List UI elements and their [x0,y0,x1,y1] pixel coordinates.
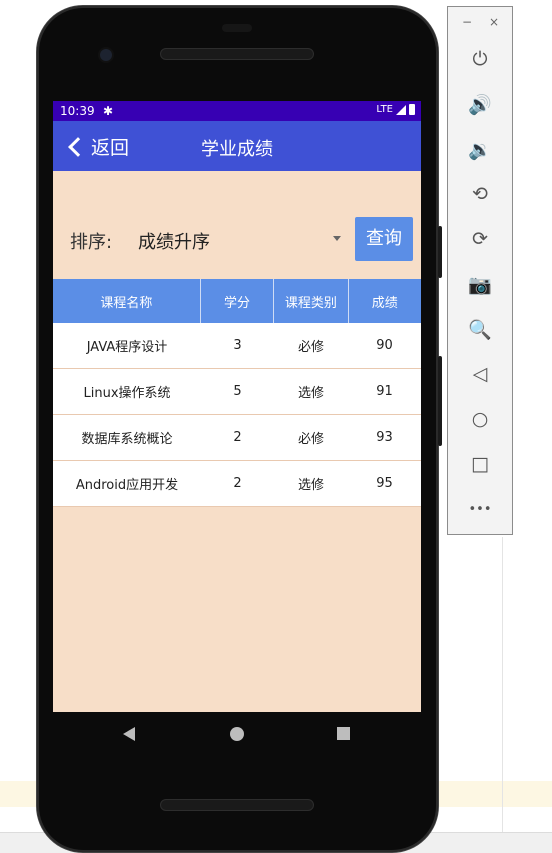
front-camera [100,49,112,61]
nav-home-icon[interactable] [230,727,244,741]
page-title: 学业成绩 [201,139,273,160]
nav-recents-icon[interactable] [337,727,350,740]
editor-divider [502,537,503,832]
table-row[interactable]: Android应用开发 2 选修 95 [53,461,421,507]
camera-icon[interactable]: 📷 [448,269,512,299]
device-screen: 10:39 ✱ LTE 返回 学业成绩 排序: 成绩升序 查询 课程名称 学分 … [53,101,421,712]
nav-back-icon[interactable] [123,727,135,741]
app-bar: 返回 学业成绩 [53,121,421,171]
system-nav-bar [53,712,421,756]
sort-spinner[interactable]: 成绩升序 [133,221,345,257]
bottom-speaker [160,799,314,811]
cell-score: 95 [376,476,393,491]
status-indicators: LTE [376,104,415,115]
proximity-sensor [222,24,252,32]
close-icon[interactable]: × [489,15,499,29]
power-side-button[interactable] [438,226,442,278]
settings-gear-icon: ✱ [103,104,114,118]
home-icon[interactable]: ○ [448,404,512,434]
cell-credit: 5 [233,384,242,399]
header-course-name: 课程名称 [53,279,201,323]
cell-course-name: Android应用开发 [75,478,179,493]
earpiece-speaker [160,48,314,60]
power-icon[interactable]: ⏻ [448,44,512,74]
cell-score: 93 [376,430,393,445]
more-icon[interactable]: ••• [448,494,512,524]
dropdown-arrow-icon [333,236,341,241]
cell-score: 90 [376,338,393,353]
cell-course-type: 必修 [297,432,324,447]
table-header: 课程名称 学分 课程类别 成绩 [53,279,421,323]
cell-score: 91 [376,384,393,399]
back-icon[interactable]: ◁ [448,359,512,389]
table-row[interactable]: 数据库系统概论 2 必修 93 [53,415,421,461]
signal-icon [396,104,406,115]
grades-table: 课程名称 学分 课程类别 成绩 JAVA程序设计 3 必修 90 Linux操作… [53,279,421,507]
header-credit: 学分 [201,279,275,323]
table-row[interactable]: JAVA程序设计 3 必修 90 [53,323,421,369]
cell-credit: 3 [233,338,242,353]
volume-side-button[interactable] [438,356,442,446]
network-type: LTE [376,104,393,115]
sort-label: 排序: [70,232,113,253]
table-row[interactable]: Linux操作系统 5 选修 91 [53,369,421,415]
status-time: 10:39 [60,104,95,118]
status-bar: 10:39 ✱ LTE [53,101,421,121]
cell-credit: 2 [233,476,242,491]
cell-credit: 2 [233,430,242,445]
cell-course-name: Linux操作系统 [83,386,171,401]
cell-course-type: 选修 [297,478,324,493]
volume-up-icon[interactable]: 🔊 [448,89,512,119]
cell-course-name: JAVA程序设计 [86,340,168,355]
overview-icon[interactable]: □ [448,449,512,479]
cell-course-name: 数据库系统概论 [81,432,173,447]
volume-down-icon[interactable]: 🔉 [448,134,512,164]
minimize-icon[interactable]: − [462,15,472,29]
header-course-type: 课程类别 [274,279,349,323]
sort-spinner-value: 成绩升序 [138,232,210,253]
header-score: 成绩 [371,295,398,311]
rotate-left-icon[interactable]: ⟲ [448,179,512,209]
emulator-toolbar: − × ⏻ 🔊 🔉 ⟲ ⟳ 📷 🔍 ◁ ○ □ ••• [447,6,513,535]
query-button[interactable]: 查询 [355,217,413,261]
cell-course-type: 选修 [297,386,324,401]
rotate-right-icon[interactable]: ⟳ [448,224,512,254]
battery-icon [409,104,415,115]
zoom-icon[interactable]: 🔍 [448,314,512,344]
cell-course-type: 必修 [297,340,324,355]
